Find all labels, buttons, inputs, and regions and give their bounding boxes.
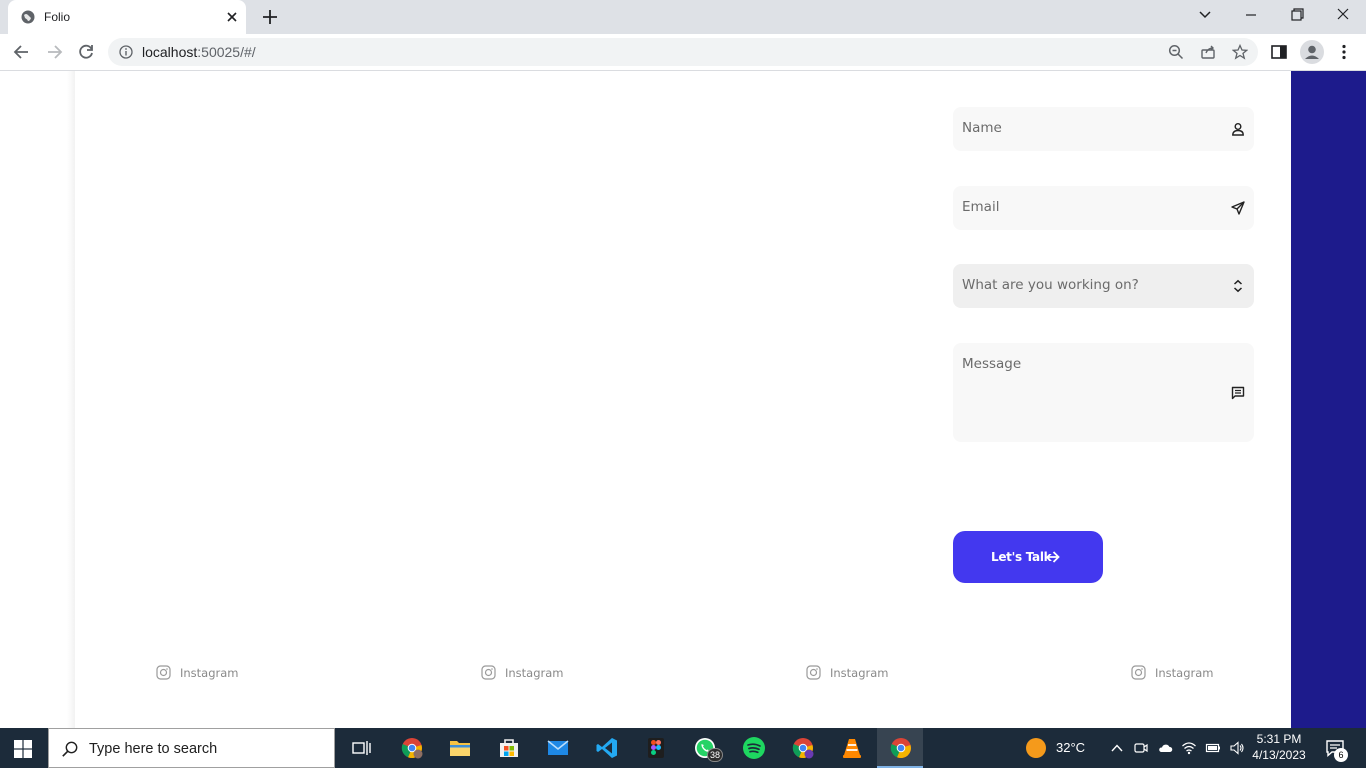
weather-sun-icon[interactable]	[1026, 738, 1046, 758]
url-text: localhost:50025/#/	[142, 44, 256, 60]
profile-avatar[interactable]	[1300, 40, 1324, 64]
side-panel	[1291, 71, 1366, 728]
new-tab-icon[interactable]	[261, 8, 279, 26]
spotify-icon	[743, 737, 765, 759]
person-icon	[1305, 45, 1319, 59]
search-icon	[62, 741, 78, 757]
instagram-icon	[806, 665, 821, 680]
tab-title: Folio	[44, 10, 71, 24]
taskbar-search[interactable]: Type here to search	[48, 728, 335, 768]
figma-icon	[648, 738, 664, 758]
store-icon	[500, 739, 518, 757]
lets-talk-label: Let's Talk	[991, 550, 1052, 564]
zoom-icon[interactable]	[1168, 44, 1184, 60]
task-view-button[interactable]	[337, 728, 383, 768]
minimize-icon[interactable]	[1240, 6, 1262, 24]
taskbar-mail[interactable]	[534, 728, 580, 768]
contact-section: Name Email What are you working on? Mess…	[75, 71, 1291, 728]
taskbar-chrome-profile-2[interactable]	[779, 728, 825, 768]
social-link-instagram-1[interactable]: Instagram	[156, 665, 246, 681]
taskbar: Type here to search 38 32°C 5:31 PM 4/13…	[0, 728, 1366, 768]
folder-icon	[450, 741, 470, 756]
weather-temperature[interactable]: 32°C	[1056, 740, 1085, 755]
message-field[interactable]: Message	[953, 343, 1254, 442]
taskbar-figma[interactable]	[632, 728, 678, 768]
social-link-label: Instagram	[505, 666, 564, 680]
vlc-icon	[843, 739, 861, 758]
send-icon	[1231, 201, 1245, 215]
back-icon[interactable]	[12, 42, 32, 62]
social-link-instagram-4[interactable]: Instagram	[1131, 665, 1221, 681]
address-bar[interactable]: localhost:50025/#/	[108, 38, 1258, 66]
vscode-icon	[596, 738, 617, 758]
menu-dots-icon[interactable]	[1335, 43, 1353, 61]
side-panel-icon[interactable]	[1270, 43, 1288, 61]
message-placeholder: Message	[962, 356, 1022, 372]
name-placeholder: Name	[962, 120, 1002, 136]
site-info-icon[interactable]	[119, 45, 133, 59]
instagram-icon	[1131, 665, 1146, 680]
clock-date: 4/13/2023	[1252, 748, 1306, 762]
project-select[interactable]: What are you working on?	[953, 264, 1254, 308]
instagram-icon	[156, 665, 171, 680]
lets-talk-button[interactable]: Let's Talk	[953, 531, 1103, 583]
volume-icon[interactable]	[1229, 740, 1245, 756]
taskbar-chrome-profile[interactable]	[388, 728, 434, 768]
social-link-instagram-2[interactable]: Instagram	[481, 665, 571, 681]
share-icon[interactable]	[1200, 44, 1216, 60]
browser-tab[interactable]: Folio	[8, 0, 246, 34]
page-viewport: Name Email What are you working on? Mess…	[0, 71, 1366, 728]
restore-icon[interactable]	[1286, 6, 1308, 24]
chevron-up-icon[interactable]	[1109, 740, 1125, 756]
notification-count-badge: 6	[1334, 748, 1348, 762]
instagram-icon	[481, 665, 496, 680]
chrome-icon	[401, 738, 423, 759]
wifi-icon[interactable]	[1181, 740, 1197, 756]
bookmark-star-icon[interactable]	[1232, 44, 1248, 60]
taskbar-whatsapp[interactable]: 38	[681, 728, 727, 768]
taskbar-file-explorer[interactable]	[436, 728, 482, 768]
browser-tab-bar: Folio	[0, 0, 1366, 34]
windows-start-icon[interactable]	[14, 740, 32, 758]
meet-now-icon[interactable]	[1133, 740, 1149, 756]
user-icon	[1232, 123, 1244, 136]
battery-icon[interactable]	[1205, 740, 1221, 756]
taskbar-chrome-active[interactable]	[877, 728, 923, 768]
social-link-label: Instagram	[1155, 666, 1214, 680]
onedrive-cloud-icon[interactable]	[1157, 740, 1173, 756]
social-link-label: Instagram	[830, 666, 889, 680]
taskbar-spotify[interactable]	[730, 728, 776, 768]
email-placeholder: Email	[962, 199, 1000, 215]
close-window-icon[interactable]	[1332, 6, 1354, 24]
name-field[interactable]: Name	[953, 107, 1254, 151]
unfold-icon	[1233, 279, 1243, 293]
project-select-value: What are you working on?	[962, 277, 1139, 293]
close-tab-icon[interactable]	[224, 9, 240, 25]
email-field[interactable]: Email	[953, 186, 1254, 230]
message-icon	[1231, 386, 1245, 400]
globe-icon	[21, 10, 35, 24]
clock-time: 5:31 PM	[1256, 732, 1302, 746]
left-margin	[0, 71, 75, 728]
social-link-instagram-3[interactable]: Instagram	[806, 665, 896, 681]
forward-icon[interactable]	[44, 42, 64, 62]
whatsapp-unread-badge: 38	[707, 748, 724, 762]
chrome-icon	[792, 738, 814, 759]
browser-toolbar: localhost:50025/#/	[0, 34, 1366, 71]
reload-icon[interactable]	[76, 42, 96, 62]
taskbar-vlc[interactable]	[828, 728, 874, 768]
mail-icon	[547, 740, 569, 755]
arrow-right-icon	[1047, 551, 1060, 563]
taskbar-search-placeholder: Type here to search	[89, 741, 218, 757]
taskbar-vscode[interactable]	[583, 728, 629, 768]
taskbar-store[interactable]	[485, 728, 531, 768]
task-view-icon	[352, 741, 371, 755]
social-link-label: Instagram	[180, 666, 239, 680]
system-clock[interactable]: 5:31 PM 4/13/2023	[1248, 731, 1310, 763]
chrome-icon	[890, 738, 911, 759]
tab-search-chevron-icon[interactable]	[1194, 6, 1216, 24]
